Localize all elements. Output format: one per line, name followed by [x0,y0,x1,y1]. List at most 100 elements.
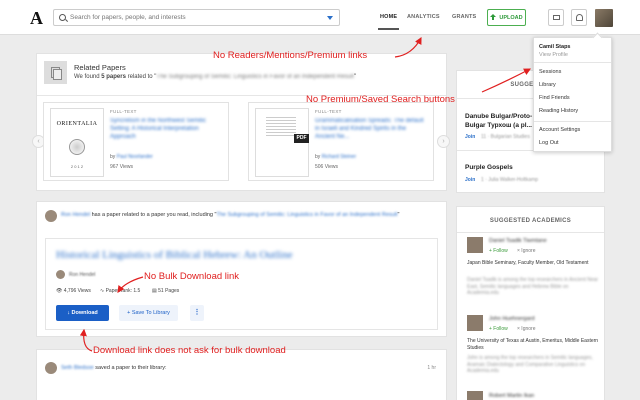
paper-thumbnail[interactable]: PDF [255,108,309,177]
menu-item-account-settings[interactable]: Account Settings [539,127,580,133]
pages-label: 51 Pages [158,288,180,294]
nav-home[interactable]: HOME [377,14,400,30]
nav-analytics[interactable]: ANALYTICS [407,14,440,20]
search-input[interactable] [70,12,320,23]
paper-author: by Richard Steiner [315,154,356,160]
paper-author-link[interactable]: Ron Hendel [69,272,95,278]
ignore-button[interactable]: × Ignore [517,248,536,254]
save-label: Save To Library [131,310,170,316]
annotation-no-premium: No Premium/Saved Search buttons [306,94,455,105]
academic-description: John is among the top researchers in Sem… [467,355,593,374]
views-count: 👁 4,796 Views [56,288,91,294]
bell-icon [576,14,583,21]
suggested-item-meta: 11 · Bulgarian Studies [481,134,530,140]
pdf-badge: PDF [294,134,309,143]
paperrank: ∿ PaperRank: 1.5 [100,288,141,294]
actor-link[interactable]: Ron Hendel [61,212,90,218]
text-lines [266,117,296,137]
feed-item-card: Ron Hendel has a paper related to a pape… [36,201,447,337]
academic-description: Daniel Tsadik is among the top researche… [467,277,599,296]
chevron-down-icon[interactable] [327,16,333,20]
related-paper-card[interactable]: ORIENTALIA 2 0 1 2 FULL-TEXT Syncretism … [43,102,229,181]
upload-icon [490,14,497,21]
menu-item-reading-history[interactable]: Reading History [539,108,578,114]
actor-link[interactable]: Seth Bledsoe [61,365,94,371]
feed2-text: saved a paper to their library: [93,365,167,371]
upload-label: UPLOAD [499,14,523,21]
avatar[interactable] [45,210,57,222]
account-dropdown: Camil Staps View Profile Sessions Librar… [533,37,612,152]
paper-title-link[interactable]: Grammaticalisation Spreads: The default … [315,117,427,141]
nav-grants[interactable]: GRANTS [452,14,476,20]
follow-button[interactable]: + Follow [489,326,508,332]
annotation-download-link: Download link does not ask for bulk down… [93,345,286,356]
more-options-button[interactable]: ⋮ [190,305,204,321]
join-button[interactable]: Join [465,177,475,183]
divider [457,232,604,233]
page-count: ▤ 51 Pages [152,288,180,294]
mail-icon [553,15,560,20]
join-button[interactable]: Join [465,134,475,140]
user-avatar[interactable] [595,9,613,27]
avatar[interactable] [467,237,483,253]
avatar[interactable] [467,391,483,400]
paper-author: by Paul Noorlander [110,154,153,160]
save-to-library-button[interactable]: + Save To Library [119,305,178,321]
summary-paper-link[interactable]: The Subgrouping of Semitic: Linguistics … [156,74,353,80]
follow-button[interactable]: + Follow [489,248,508,254]
suggested-item-name[interactable]: Purple Gospels [465,163,537,172]
view-profile-link[interactable]: View Profile [539,52,568,58]
by-label: by [315,154,322,160]
paper-title-link[interactable]: Syncretism in the Northwest Semitic Sett… [110,117,222,141]
referenced-paper-link[interactable]: The Subgrouping of Semitic: Linguistics … [216,212,397,218]
academics-title: SUGGESTED ACADEMICS [489,218,572,224]
menu-item-find-friends[interactable]: Find Friends [539,95,570,101]
search-icon [59,14,66,21]
top-nav: A HOME ANALYTICS GRANTS UPLOAD [0,0,640,35]
academia-logo[interactable]: A [30,8,43,29]
menu-item-library[interactable]: Library [539,82,556,88]
messages-button[interactable] [548,9,564,26]
papers-icon [44,61,67,84]
download-label: Download [71,310,98,316]
download-button[interactable]: ↓ Download [56,305,109,321]
notifications-button[interactable] [571,9,587,26]
summary-count: 5 papers [101,74,126,80]
paper-views: 506 Views [315,164,338,170]
search-box[interactable] [53,9,340,26]
full-text-label: FULL-TEXT [110,109,137,114]
academic-affiliation: Japan Bible Seminary, Faculty Member, Ol… [467,260,589,266]
menu-item-log-out[interactable]: Log Out [539,140,559,146]
author-link[interactable]: Richard Steiner [322,154,356,160]
paper-title-link[interactable]: Historical Linguistics of Biblical Hebre… [56,249,292,261]
menu-item-sessions[interactable]: Sessions [539,69,561,75]
paperrank-label: PaperRank: 1.5 [105,288,141,294]
related-paper-card[interactable]: PDF FULL-TEXT Grammaticalisation Spreads… [248,102,434,181]
carousel-next-button[interactable]: › [437,135,450,148]
author-link[interactable]: Paul Noorlander [117,154,153,160]
feed-text-end: " [397,212,400,218]
suggested-item-meta: 1 · Julia Walker-Holtkamp [481,177,539,183]
dropdown-user-name[interactable]: Camil Staps [539,44,570,50]
suggested-item-name-2[interactable]: Bulgar Турхош (a pl... [465,121,537,130]
suggested-academics-card: SUGGESTED ACADEMICS Daniel Tsadik Tiwmta… [456,206,605,400]
avatar[interactable] [45,362,57,374]
academic-affiliation: The University of Texas at Austin, Emeri… [467,338,599,351]
feed-item-text: Seth Bledsoe saved a paper to their libr… [61,365,166,371]
related-papers-title: Related Papers [74,63,126,72]
avatar[interactable] [467,315,483,331]
academic-name[interactable]: Robert Martin Ikan [489,393,534,399]
suggested-item-name[interactable]: Danube Bulgar/Proto- [465,112,537,121]
ignore-button[interactable]: × Ignore [517,326,536,332]
paper-thumbnail[interactable]: ORIENTALIA 2 0 1 2 [50,108,104,177]
thumbnail-year: 2 0 1 2 [70,164,84,169]
divider [534,121,611,122]
paper-views: 967 Views [110,164,133,170]
academic-name[interactable]: John Huehnergard [489,316,535,322]
paper-preview: Historical Linguistics of Biblical Hebre… [45,238,438,330]
feed-text-mid: has a paper related to a paper you read,… [90,212,217,218]
seal-image [69,139,85,155]
academic-name[interactable]: Daniel Tsadik Tiwmtane [489,238,547,244]
upload-button[interactable]: UPLOAD [487,9,526,26]
divider [534,62,611,63]
